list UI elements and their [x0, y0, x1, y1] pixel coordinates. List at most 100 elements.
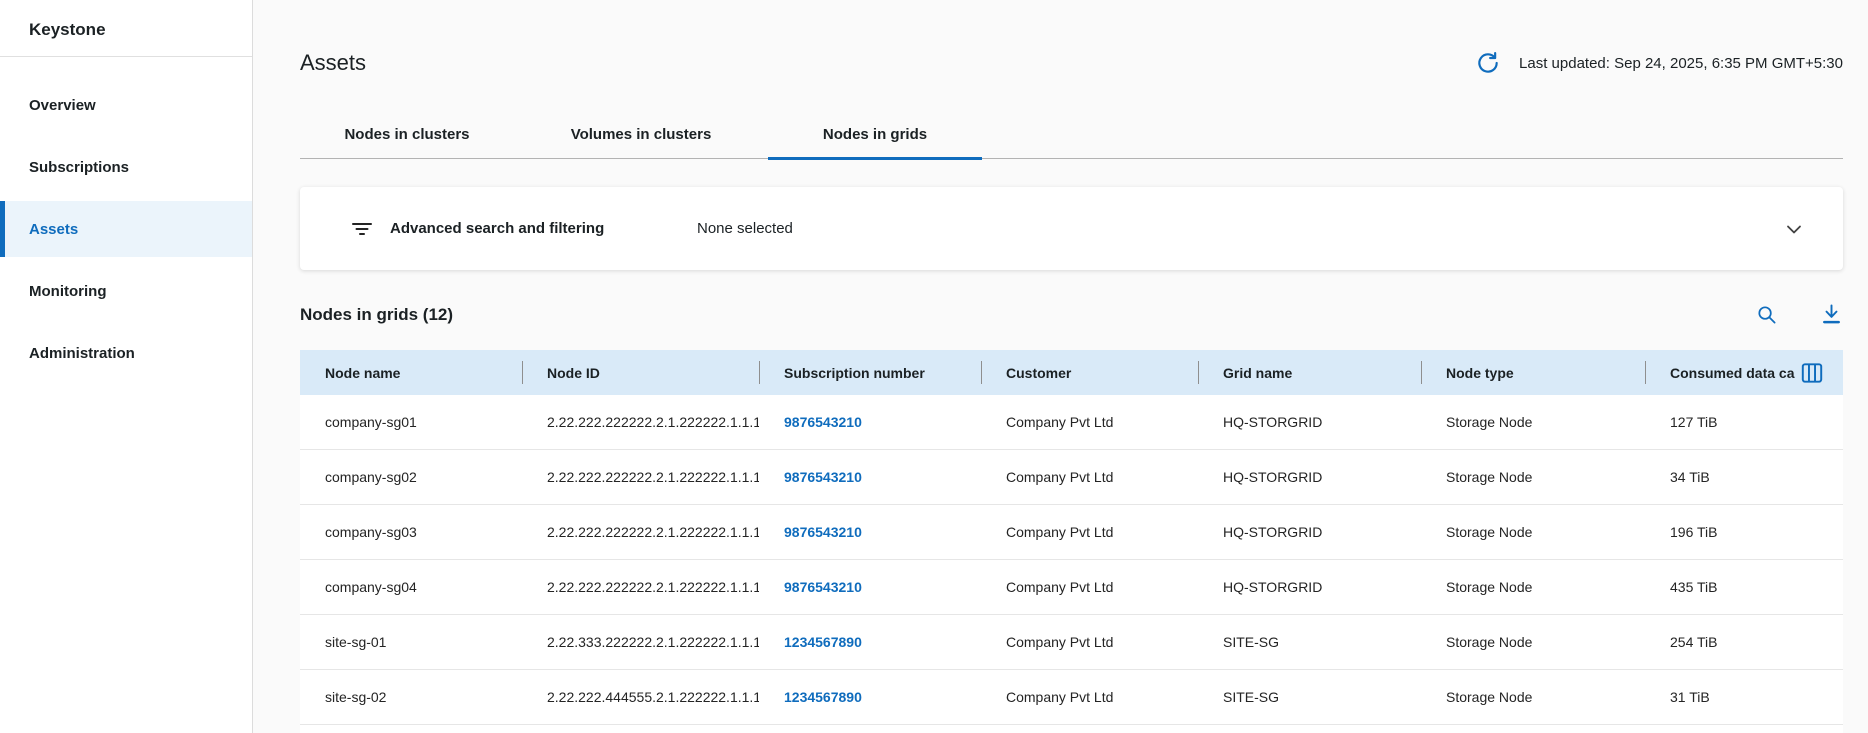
cell-type: Storage Node [1421, 670, 1645, 724]
cell-node-id: 2.22.222.222222.2.1.222222.1.1.1.4 [522, 560, 759, 614]
table-row: company-sg032.22.222.222222.2.1.222222.1… [300, 505, 1843, 560]
page-title: Assets [300, 50, 366, 76]
column-header-customer[interactable]: Customer [981, 350, 1198, 395]
cell-customer: Company Pvt Ltd [981, 395, 1198, 449]
tab-label: Nodes in clusters [344, 126, 469, 143]
cell-consumed: 435 TiB [1645, 560, 1843, 614]
cell-grid: HQ-STORGRID [1198, 450, 1421, 504]
cell-node-id: 2.22.222.444555.2.1.222222.1.1.1.1 [522, 670, 759, 724]
app-window: Keystone Overview Subscriptions Assets M… [0, 0, 1868, 733]
subscription-number-link[interactable]: 9876543210 [784, 469, 862, 485]
table-row: company-sg022.22.222.222222.2.1.222222.1… [300, 450, 1843, 505]
cell-node-name: company-sg01 [300, 395, 522, 449]
table-columns-icon[interactable] [1799, 360, 1825, 386]
page-header: Assets Last updated: Sep 24, 2025, 6:35 … [300, 38, 1843, 88]
cell-customer: Company Pvt Ltd [981, 505, 1198, 559]
subscription-number-link[interactable]: 1234567890 [784, 689, 862, 705]
cell-customer: Company Pvt Ltd [981, 670, 1198, 724]
subscription-number-link[interactable]: 9876543210 [784, 524, 862, 540]
sidebar-item-assets[interactable]: Assets [0, 201, 252, 257]
nodes-table: Node name Node ID Subscription number Cu… [300, 350, 1843, 733]
column-header-node-type[interactable]: Node type [1421, 350, 1645, 395]
subscription-number-link[interactable]: 9876543210 [784, 414, 862, 430]
main-content: Assets Last updated: Sep 24, 2025, 6:35 … [254, 0, 1868, 733]
table-title: Nodes in grids (12) [300, 305, 453, 325]
download-icon[interactable] [1820, 303, 1843, 326]
cell-subscription: 1234567890 [759, 670, 981, 724]
table-body: company-sg012.22.222.222222.2.1.222222.1… [300, 395, 1843, 725]
table-row: site-sg-022.22.222.444555.2.1.222222.1.1… [300, 670, 1843, 725]
cell-customer: Company Pvt Ltd [981, 450, 1198, 504]
sidebar-item-label: Monitoring [29, 283, 106, 300]
last-updated-group: Last updated: Sep 24, 2025, 6:35 PM GMT+… [1475, 50, 1843, 76]
cell-subscription: 9876543210 [759, 395, 981, 449]
table-row-partial [300, 725, 1843, 733]
subscription-number-link[interactable]: 1234567890 [784, 634, 862, 650]
cell-node-id: 2.22.222.222222.2.1.222222.1.1.1.3 [522, 505, 759, 559]
cell-customer: Company Pvt Ltd [981, 560, 1198, 614]
cell-customer: Company Pvt Ltd [981, 615, 1198, 669]
cell-node-id: 2.22.333.222222.2.1.222222.1.1.1.1 [522, 615, 759, 669]
advanced-search-label: Advanced search and filtering [390, 220, 697, 237]
advanced-search-panel[interactable]: Advanced search and filtering None selec… [300, 187, 1843, 270]
last-updated-text: Last updated: Sep 24, 2025, 6:35 PM GMT+… [1519, 55, 1843, 72]
cell-grid: HQ-STORGRID [1198, 395, 1421, 449]
column-header-grid-name[interactable]: Grid name [1198, 350, 1421, 395]
table-row: site-sg-012.22.333.222222.2.1.222222.1.1… [300, 615, 1843, 670]
sidebar-item-overview[interactable]: Overview [0, 77, 252, 133]
cell-type: Storage Node [1421, 450, 1645, 504]
table-header-row: Node name Node ID Subscription number Cu… [300, 350, 1843, 395]
sidebar-item-label: Subscriptions [29, 159, 129, 176]
sidebar-nav: Overview Subscriptions Assets Monitoring… [0, 57, 252, 381]
sidebar-item-label: Administration [29, 345, 135, 362]
cell-consumed: 254 TiB [1645, 615, 1843, 669]
cell-consumed: 127 TiB [1645, 395, 1843, 449]
column-header-node-name[interactable]: Node name [300, 350, 522, 395]
refresh-icon[interactable] [1475, 50, 1501, 76]
tab-volumes-in-clusters[interactable]: Volumes in clusters [534, 126, 748, 158]
cell-consumed: 34 TiB [1645, 450, 1843, 504]
cell-type: Storage Node [1421, 505, 1645, 559]
subscription-number-link[interactable]: 9876543210 [784, 579, 862, 595]
cell-node-name: company-sg03 [300, 505, 522, 559]
cell-subscription: 1234567890 [759, 615, 981, 669]
cell-grid: HQ-STORGRID [1198, 505, 1421, 559]
sidebar: Keystone Overview Subscriptions Assets M… [0, 0, 253, 733]
tab-label: Volumes in clusters [571, 126, 712, 143]
sidebar-item-label: Overview [29, 97, 96, 114]
cell-node-name: site-sg-01 [300, 615, 522, 669]
filter-icon [350, 217, 374, 241]
cell-subscription: 9876543210 [759, 560, 981, 614]
tab-nodes-in-grids[interactable]: Nodes in grids [768, 126, 982, 158]
cell-node-id: 2.22.222.222222.2.1.222222.1.1.1.2 [522, 450, 759, 504]
cell-node-name: company-sg02 [300, 450, 522, 504]
sidebar-item-label: Assets [29, 221, 78, 238]
cell-type: Storage Node [1421, 560, 1645, 614]
cell-grid: SITE-SG [1198, 615, 1421, 669]
chevron-down-icon[interactable] [1782, 217, 1806, 241]
table-actions [1755, 303, 1843, 326]
search-icon[interactable] [1755, 303, 1778, 326]
table-section-header: Nodes in grids (12) [300, 292, 1843, 337]
table-row: company-sg042.22.222.222222.2.1.222222.1… [300, 560, 1843, 615]
column-header-node-id[interactable]: Node ID [522, 350, 759, 395]
cell-node-id: 2.22.222.222222.2.1.222222.1.1.1.1 [522, 395, 759, 449]
app-title: Keystone [0, 0, 252, 57]
cell-consumed: 31 TiB [1645, 670, 1843, 724]
cell-type: Storage Node [1421, 615, 1645, 669]
cell-subscription: 9876543210 [759, 505, 981, 559]
filter-selection-value: None selected [697, 220, 793, 237]
cell-node-name: site-sg-02 [300, 670, 522, 724]
tab-label: Nodes in grids [823, 126, 927, 143]
cell-subscription: 9876543210 [759, 450, 981, 504]
tab-nodes-in-clusters[interactable]: Nodes in clusters [300, 126, 514, 158]
sidebar-item-subscriptions[interactable]: Subscriptions [0, 139, 252, 195]
tab-bar: Nodes in clusters Volumes in clusters No… [300, 126, 1843, 159]
cell-grid: SITE-SG [1198, 670, 1421, 724]
cell-type: Storage Node [1421, 395, 1645, 449]
cell-grid: HQ-STORGRID [1198, 560, 1421, 614]
cell-consumed: 196 TiB [1645, 505, 1843, 559]
column-header-subscription-number[interactable]: Subscription number [759, 350, 981, 395]
sidebar-item-administration[interactable]: Administration [0, 325, 252, 381]
sidebar-item-monitoring[interactable]: Monitoring [0, 263, 252, 319]
